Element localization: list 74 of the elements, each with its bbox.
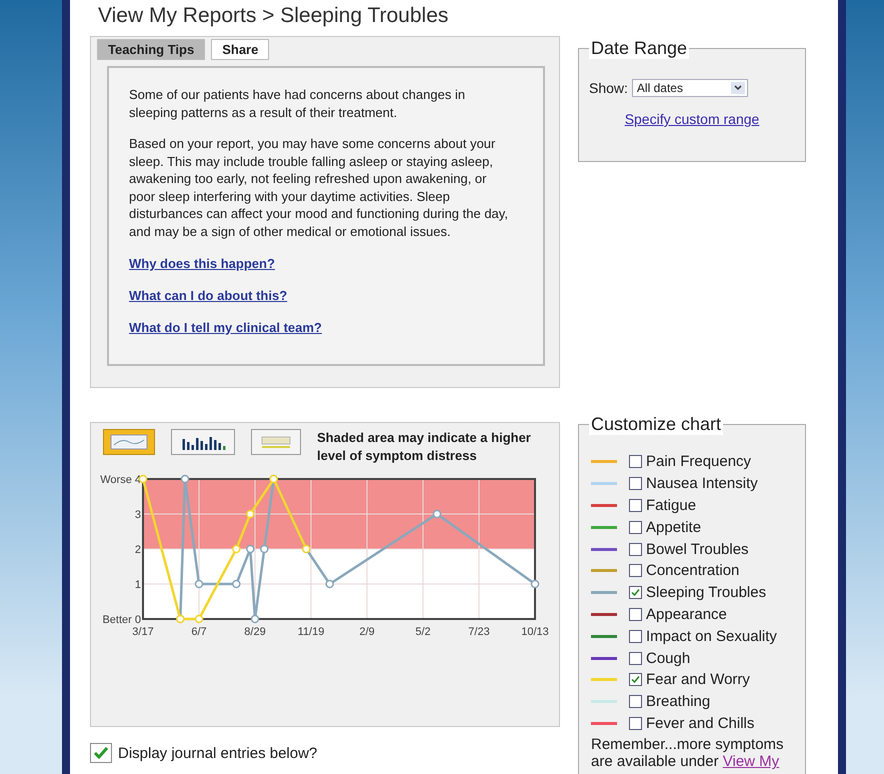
date-select[interactable]: All dates [632, 79, 748, 97]
y-tick-label: 1 [134, 579, 141, 591]
line-chart-icon [110, 434, 148, 450]
symptom-label: Cough [646, 650, 690, 667]
checkbox[interactable] [629, 542, 642, 556]
point [246, 544, 255, 554]
symptom-label: Sleeping Troubles [646, 584, 766, 602]
help-link[interactable]: Why does this happen? [129, 256, 275, 271]
point [530, 580, 540, 588]
checkbox[interactable] [629, 652, 642, 665]
x-tick-label: 3/17 [132, 626, 154, 638]
y-tick-label: Better 0 [102, 614, 141, 626]
symptom-label: Fever and Chills [646, 714, 754, 732]
tip-paragraph: Based on your report, you may have some concerns about your sleep. This may include trouble falling asleep or staying asleep, awakening too early, not feeling refreshed upon awakening, or poor sleep interfering with your daytime activities. Sleep disturbances can affect your mood and functioning during the day, and may be a sign of other medical or emotional issues. [129, 135, 509, 240]
view-reports-link[interactable]: View My [722, 753, 780, 770]
symptom-label: Concentration [646, 562, 740, 580]
symptom-label: Fatigue [646, 496, 696, 514]
checkbox[interactable] [629, 630, 642, 643]
x-tick-label: 5/2 [415, 626, 431, 638]
y-tick-label: 2 [134, 544, 141, 556]
point [232, 580, 241, 588]
symptom-label: Nausea Intensity [646, 475, 758, 492]
check-icon [631, 588, 640, 598]
x-tick-label: 8/29 [244, 626, 266, 638]
checkbox[interactable] [629, 608, 642, 621]
check-icon [93, 746, 109, 760]
symptom-label: Fear and Worry [646, 671, 750, 688]
line-view-button[interactable] [103, 429, 155, 455]
checkbox[interactable] [629, 520, 642, 534]
more-symptoms-note: Remember...more symptoms are available under View My [591, 736, 785, 770]
page-title: View My Reports > Sleeping Troubles [98, 4, 450, 28]
point [194, 614, 204, 624]
point [325, 580, 334, 588]
symptom-label: Bowel Troubles [646, 540, 749, 558]
x-tick-label: 2/9 [359, 626, 375, 638]
point [260, 544, 269, 554]
point [194, 580, 204, 588]
caret-icon [730, 82, 745, 94]
symptom-label: Breathing [646, 693, 710, 710]
journal-checkbox[interactable] [90, 743, 112, 763]
x-tick-label: 6/7 [191, 626, 207, 638]
tab[interactable]: Share [211, 39, 270, 60]
checkbox[interactable] [629, 695, 642, 708]
symptom-label: Appearance [646, 606, 727, 623]
tab[interactable]: Teaching Tips [97, 39, 206, 60]
checkbox[interactable] [629, 455, 642, 468]
checkbox[interactable] [629, 477, 642, 490]
x-tick-label: 10/13 [521, 626, 549, 638]
point [180, 474, 190, 484]
point [250, 614, 260, 624]
checkbox[interactable] [629, 673, 642, 686]
bar-view-button[interactable] [171, 429, 235, 455]
point [232, 544, 241, 554]
point [432, 510, 442, 518]
symptom-label: Impact on Sexuality [646, 628, 777, 645]
journal-label: Display journal entries below? [118, 744, 318, 762]
custom-range-link[interactable]: Specify custom range [589, 111, 795, 127]
symptom-label: Pain Frequency [646, 453, 752, 470]
y-tick-label: 3 [134, 509, 141, 521]
point [246, 510, 255, 518]
checkbox[interactable] [629, 716, 642, 730]
symptom-label: Appetite [646, 518, 702, 536]
chart-note: Shaded area may indicate a higher level of symptom distress [317, 429, 532, 465]
checkbox[interactable] [629, 586, 642, 600]
help-link[interactable]: What do I tell my clinical team? [129, 320, 322, 335]
tip-paragraph: Some of our patients have had concerns about changes in sleeping patterns as a result of their treatment. [129, 86, 466, 121]
check-icon [631, 675, 640, 684]
help-link[interactable]: What can I do about this? [129, 288, 288, 303]
x-tick-label: 11/19 [298, 626, 324, 638]
timeline-view-button[interactable] [251, 429, 301, 455]
x-tick-label: 7/23 [468, 626, 490, 638]
show-label: Show: [589, 80, 628, 96]
checkbox[interactable] [629, 564, 642, 578]
checkbox[interactable] [629, 498, 642, 512]
